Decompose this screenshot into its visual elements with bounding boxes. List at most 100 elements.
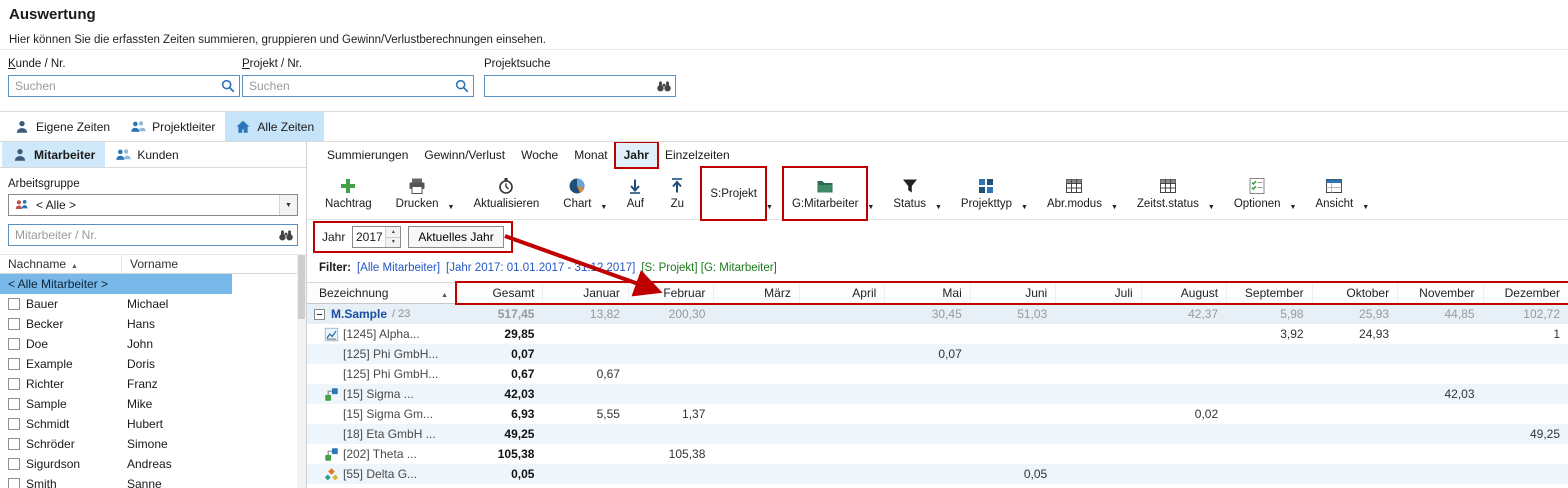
column-header-mai[interactable]: Mai <box>884 283 969 303</box>
view-tab-gewinn-verlust[interactable]: Gewinn/Verlust <box>416 143 513 167</box>
member-list-scrollbar[interactable] <box>297 254 306 488</box>
toolbar-button-ansicht[interactable]: Ansicht <box>1307 168 1361 219</box>
toolbar-button-abr-modus[interactable]: Abr.modus <box>1039 168 1110 219</box>
column-header-juli[interactable]: Juli <box>1055 283 1140 303</box>
column-header-november[interactable]: November <box>1397 283 1482 303</box>
grid-row[interactable]: [125] Phi GmbH...0,070,07 <box>307 344 1568 364</box>
toolbar-button-optionen[interactable]: Optionen <box>1226 168 1289 219</box>
grid-row[interactable]: [55] Delta G...0,050,05 <box>307 464 1568 484</box>
member-row[interactable]: RichterFranz <box>0 374 306 394</box>
toolbar-button-zu[interactable]: Zu <box>660 168 694 219</box>
grid-row[interactable]: M.Sample/ 23517,4513,82200,3030,4551,034… <box>307 304 1568 324</box>
checkbox[interactable] <box>8 378 20 390</box>
column-header-september[interactable]: September <box>1226 283 1311 303</box>
scope-tab-projektleiter[interactable]: Projektleiter <box>120 112 225 141</box>
toolbar-button-status[interactable]: Status <box>885 168 934 219</box>
checkbox[interactable] <box>8 438 20 450</box>
mitarbeiter-search-input[interactable] <box>8 224 298 246</box>
dropdown-caret-icon[interactable] <box>1020 168 1031 219</box>
binoculars-icon[interactable] <box>656 78 672 94</box>
column-header-dezember[interactable]: Dezember <box>1483 283 1568 303</box>
view-tab-monat[interactable]: Monat <box>566 143 615 167</box>
column-header-april[interactable]: April <box>799 283 884 303</box>
column-header-nachname[interactable]: Nachname <box>0 255 122 273</box>
grid-row[interactable]: [15] Sigma ...42,0342,03 <box>307 384 1568 404</box>
year-spinner[interactable]: 2017 <box>352 226 401 248</box>
arbeitsgruppe-select[interactable]: < Alle > <box>8 194 298 216</box>
column-header-juni[interactable]: Juni <box>970 283 1055 303</box>
checkbox[interactable] <box>8 398 20 410</box>
dropdown-caret-icon[interactable] <box>1361 168 1372 219</box>
checkbox[interactable] <box>8 418 20 430</box>
magnifier-icon[interactable] <box>220 78 236 94</box>
left-tab-kunden[interactable]: Kunden <box>105 142 188 167</box>
toolbar-button-projekttyp[interactable]: Projekttyp <box>953 168 1020 219</box>
dropdown-caret-icon[interactable] <box>447 168 458 219</box>
dropdown-caret-icon[interactable] <box>599 168 610 219</box>
dropdown-caret-icon[interactable] <box>279 195 297 215</box>
toolbar-button-nachtrag[interactable]: Nachtrag <box>317 168 380 219</box>
kunde-search-input[interactable] <box>8 75 240 97</box>
scrollbar-thumb[interactable] <box>298 255 305 319</box>
view-tab-summierungen[interactable]: Summierungen <box>319 143 416 167</box>
projektsuche-input[interactable] <box>484 75 676 97</box>
member-row[interactable]: DoeJohn <box>0 334 306 354</box>
toolbar-button-aktualisieren[interactable]: Aktualisieren <box>465 168 547 219</box>
member-table: Nachname Vorname < Alle Mitarbeiter > Ba… <box>0 254 306 488</box>
scope-tab-alle-zeiten[interactable]: Alle Zeiten <box>225 112 324 141</box>
grid-row[interactable]: [18] Eta GmbH ...49,2549,25 <box>307 424 1568 444</box>
dropdown-caret-icon[interactable] <box>934 168 945 219</box>
collapse-expander-icon[interactable] <box>314 309 325 320</box>
toolbar-button-auf[interactable]: Auf <box>618 168 652 219</box>
dropdown-caret-icon[interactable] <box>765 168 776 219</box>
member-row[interactable]: BeckerHans <box>0 314 306 334</box>
member-row[interactable]: BauerMichael <box>0 294 306 314</box>
column-header-bezeichnung[interactable]: Bezeichnung <box>307 283 457 303</box>
grid-row[interactable]: [1245] Alpha...29,853,9224,931 <box>307 324 1568 344</box>
checkbox[interactable] <box>8 358 20 370</box>
view-tab-jahr[interactable]: Jahr <box>616 143 657 167</box>
column-header-maerz[interactable]: März <box>713 283 798 303</box>
member-row[interactable]: SchmidtHubert <box>0 414 306 434</box>
left-tab-mitarbeiter[interactable]: Mitarbeiter <box>2 142 105 167</box>
toolbar-button-drucken[interactable]: Drucken <box>388 168 447 219</box>
member-row[interactable]: SmithSanne <box>0 474 306 488</box>
column-header-oktober[interactable]: Oktober <box>1312 283 1397 303</box>
dropdown-caret-icon[interactable] <box>1110 168 1121 219</box>
select-all-members-row[interactable]: < Alle Mitarbeiter > <box>0 274 232 294</box>
member-row[interactable]: ExampleDoris <box>0 354 306 374</box>
grid-row[interactable]: [202] Theta ...105,38105,38 <box>307 444 1568 464</box>
grid-row[interactable]: [125] Phi GmbH...0,670,67 <box>307 364 1568 384</box>
column-header-gesamt[interactable]: Gesamt <box>457 283 542 303</box>
binoculars-icon[interactable] <box>278 227 294 243</box>
spin-up-icon[interactable] <box>386 227 400 237</box>
checkbox[interactable] <box>8 458 20 470</box>
toolbar-button-s-projekt[interactable]: S:Projekt <box>702 168 765 219</box>
checkbox[interactable] <box>8 478 20 488</box>
column-header-august[interactable]: August <box>1141 283 1226 303</box>
projekt-search-input[interactable] <box>242 75 474 97</box>
member-row[interactable]: SigurdsonAndreas <box>0 454 306 474</box>
magnifier-icon[interactable] <box>454 78 470 94</box>
toolbar-button-g-mitarbeiter[interactable]: G:Mitarbeiter <box>784 168 866 219</box>
grid-cell: 13,82 <box>542 304 627 324</box>
toolbar-button-zeitst-status[interactable]: Zeitst.status <box>1129 168 1207 219</box>
view-tab-einzelzeiten[interactable]: Einzelzeiten <box>657 143 738 167</box>
checkbox[interactable] <box>8 318 20 330</box>
dropdown-caret-icon[interactable] <box>866 168 877 219</box>
scope-tab-eigene-zeiten[interactable]: Eigene Zeiten <box>4 112 120 141</box>
dropdown-caret-icon[interactable] <box>1289 168 1300 219</box>
member-row[interactable]: SchröderSimone <box>0 434 306 454</box>
aktuelles-jahr-button[interactable]: Aktuelles Jahr <box>408 226 503 248</box>
column-header-januar[interactable]: Januar <box>542 283 627 303</box>
toolbar-button-chart[interactable]: Chart <box>555 168 599 219</box>
spin-down-icon[interactable] <box>386 237 400 248</box>
checkbox[interactable] <box>8 298 20 310</box>
checkbox[interactable] <box>8 338 20 350</box>
dropdown-caret-icon[interactable] <box>1207 168 1218 219</box>
column-header-februar[interactable]: Februar <box>628 283 713 303</box>
view-tab-woche[interactable]: Woche <box>513 143 566 167</box>
column-header-vorname[interactable]: Vorname <box>122 257 306 271</box>
member-row[interactable]: SampleMike <box>0 394 306 414</box>
grid-row[interactable]: [15] Sigma Gm...6,935,551,370,02 <box>307 404 1568 424</box>
